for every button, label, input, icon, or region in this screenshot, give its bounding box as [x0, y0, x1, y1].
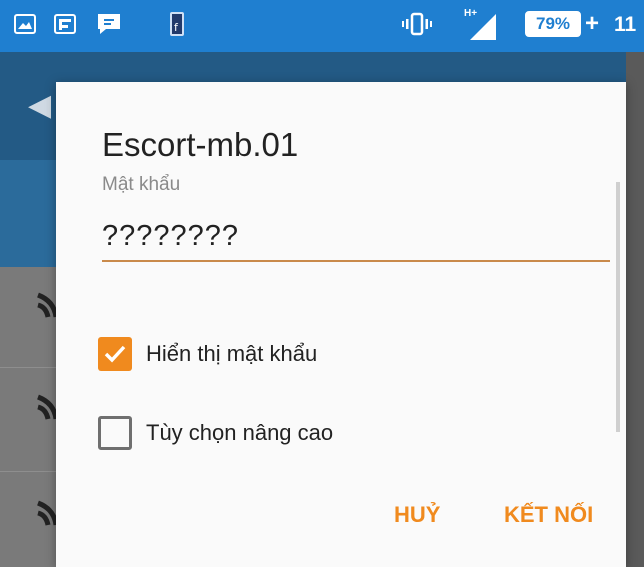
show-password-checkbox[interactable] [98, 337, 132, 371]
battery-percent: 79% [535, 14, 571, 33]
show-password-label: Hiển thị mật khẩu [146, 341, 318, 366]
svg-text:f: f [174, 21, 179, 34]
facebook-notification-icon: f [170, 12, 184, 36]
charging-indicator: + [585, 10, 600, 37]
show-password-option[interactable]: Hiển thị mật khẩu [98, 337, 317, 371]
advanced-options-label: Tùy chọn nâng cao [146, 420, 334, 445]
background-edge [626, 52, 644, 567]
list-divider [0, 367, 56, 368]
checkmark-icon [104, 345, 126, 363]
cancel-button[interactable]: HUỶ [388, 498, 446, 532]
vibrate-icon [402, 12, 432, 41]
wifi-password-dialog: Escort-mb.01 Mật khẩu Hiển thị mật khẩu … [56, 82, 626, 567]
status-bar: f H+ 79% + 11 [0, 0, 644, 52]
flipboard-notification-icon [54, 14, 76, 34]
connect-button[interactable]: KẾT NỐI [498, 498, 599, 532]
advanced-options-checkbox[interactable] [98, 416, 132, 450]
image-notification-icon [14, 14, 36, 34]
password-label: Mật khẩu [102, 174, 181, 195]
advanced-options-option[interactable]: Tùy chọn nâng cao [98, 416, 333, 450]
battery-icon: 79% [525, 11, 581, 37]
status-time: 11 [614, 13, 637, 36]
back-arrow-icon[interactable]: ◀ [28, 88, 51, 123]
chat-notification-icon [96, 12, 122, 41]
dialog-title: Escort-mb.01 [102, 126, 299, 163]
password-input[interactable] [102, 212, 610, 262]
list-divider [0, 471, 56, 472]
dialog-scrollbar[interactable] [616, 182, 620, 432]
